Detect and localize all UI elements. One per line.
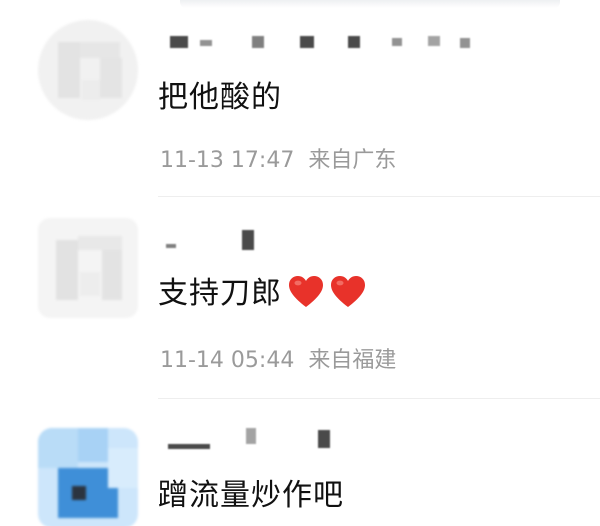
red-heart-emoji-icon — [289, 276, 323, 307]
divider — [158, 398, 600, 399]
avatar[interactable] — [38, 218, 138, 318]
red-heart-emoji-icon — [331, 276, 365, 307]
avatar[interactable] — [38, 20, 138, 120]
comment-text: 蹭流量炒作吧 — [158, 478, 344, 513]
avatar[interactable] — [38, 428, 138, 526]
comment-meta: 11-14 05:44 来自福建 — [160, 342, 396, 374]
comment-date: 11-13 17:47 — [160, 148, 295, 173]
comment-meta: 11-13 17:47 来自广东 — [160, 142, 396, 174]
comment-item: 蹭流量炒作吧 — [0, 410, 600, 526]
comment-text: 把他酸的 — [158, 80, 282, 115]
comment-location: 来自广东 — [308, 148, 397, 173]
comment-location: 来自福建 — [308, 348, 397, 373]
username-redacted[interactable] — [160, 230, 490, 252]
comment-date: 11-14 05:44 — [160, 348, 295, 373]
comment-item: 把他酸的 11-13 17:47 来自广东 — [0, 0, 600, 200]
username-redacted[interactable] — [160, 428, 490, 450]
divider — [158, 196, 600, 197]
username-redacted[interactable] — [160, 30, 490, 52]
comment-text-content: 支持刀郎 — [158, 276, 282, 311]
comment-item: 支持刀郎 11-14 05:44 来自福建 — [0, 200, 600, 410]
comment-list: 把他酸的 11-13 17:47 来自广东 支持刀郎 11-14 05:44 来自福… — [0, 0, 600, 526]
comment-text: 支持刀郎 — [158, 268, 366, 312]
